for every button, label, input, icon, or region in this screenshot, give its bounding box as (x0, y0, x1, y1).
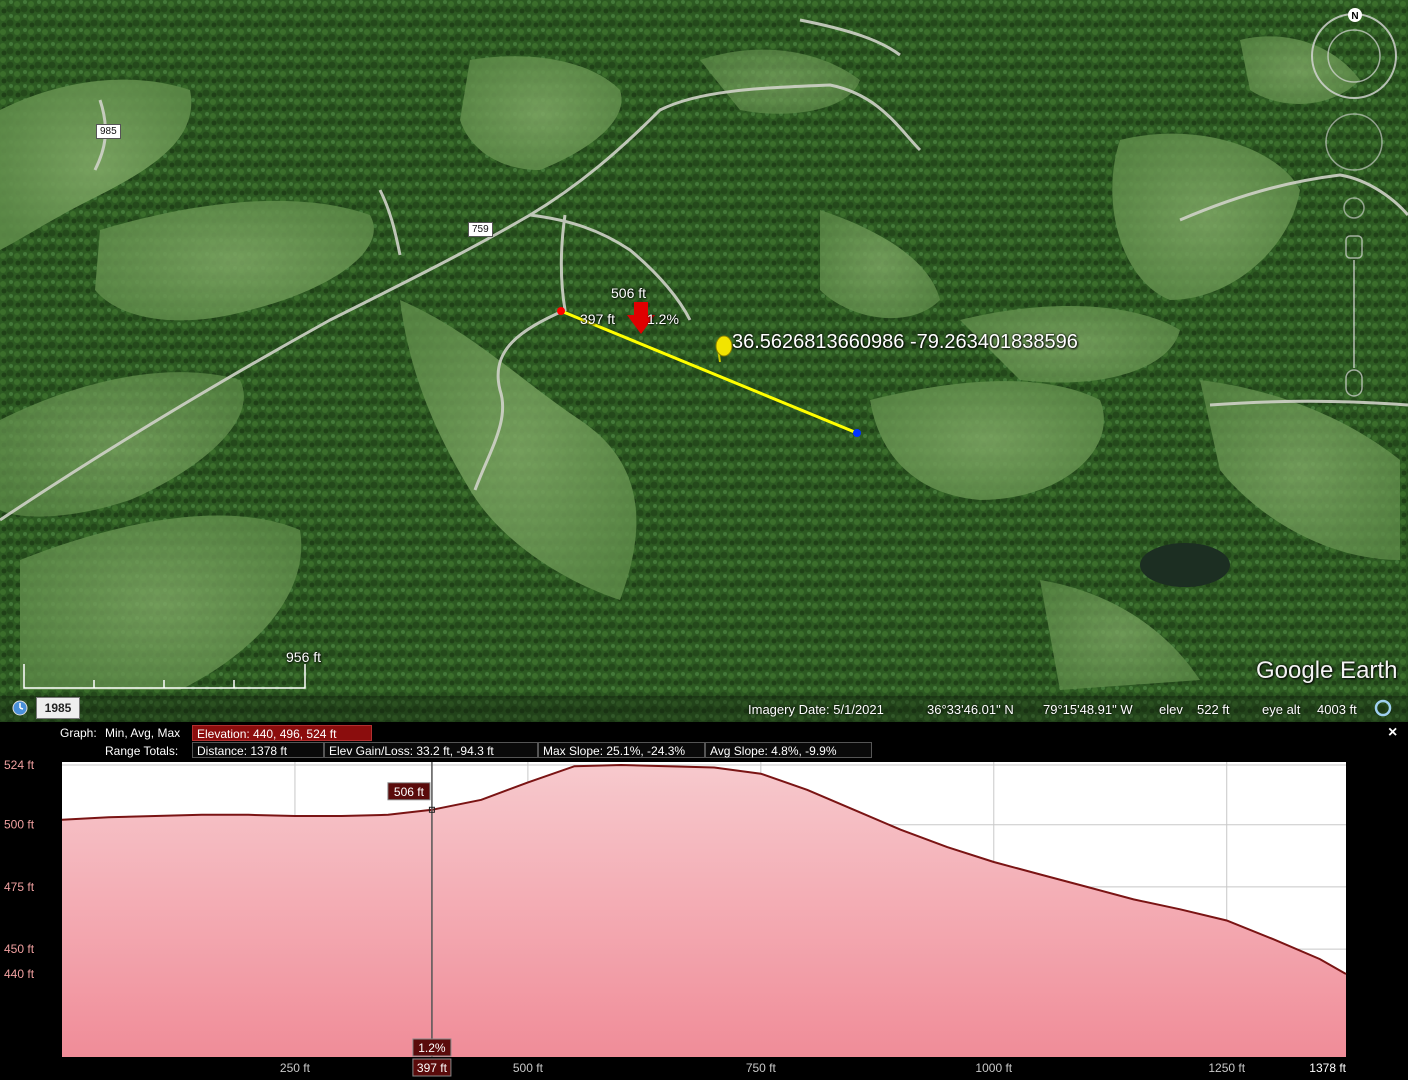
move-joystick-icon[interactable] (1343, 197, 1365, 219)
eye-alt-value: 4003 ft (1317, 702, 1357, 717)
point-slope-label: 1.2% (647, 311, 679, 327)
cursor-slope-label: 1.2% (418, 1041, 446, 1055)
globe-icon[interactable] (1374, 699, 1392, 717)
road-label: 759 (468, 222, 493, 237)
y-tick-label: 475 ft (4, 880, 35, 894)
point-elevation-label: 506 ft (611, 285, 647, 301)
longitude-readout: 79°15'48.91" W (1043, 702, 1133, 717)
elev-label: elev (1159, 702, 1183, 717)
elevation-profile-panel: Graph: Min, Avg, Max Elevation: 440, 496… (0, 722, 1408, 1080)
path-start-marker (557, 307, 565, 315)
zoom-slider-icon[interactable] (1345, 235, 1363, 397)
path-end-marker (853, 429, 861, 437)
y-tick-label: 440 ft (4, 967, 35, 981)
compass-north-label: N (1351, 11, 1358, 22)
eye-alt-label: eye alt (1262, 702, 1301, 717)
x-tick-label: 1000 ft (975, 1061, 1012, 1075)
latitude-readout: 36°33'46.01" N (927, 702, 1014, 717)
placemark-label[interactable]: 36.5626813660986 -79.263401838596 (732, 331, 1078, 354)
cursor-distance-label: 397 ft (417, 1061, 448, 1075)
look-joystick-icon[interactable] (1325, 113, 1383, 171)
x-end-label: 1378 ft (1309, 1061, 1346, 1075)
navigation-controls[interactable]: N (1306, 8, 1406, 428)
scale-label: 956 ft (286, 649, 322, 665)
x-tick-label: 1250 ft (1208, 1061, 1245, 1075)
cursor-elevation-label: 506 ft (394, 785, 425, 799)
x-tick-label: 500 ft (513, 1061, 544, 1075)
elevation-chart[interactable]: 440 ft 450 ft 475 ft 500 ft 524 ft 250 ft 500… (0, 722, 1408, 1080)
y-tick-label: 500 ft (4, 818, 35, 832)
google-earth-logo: Google Earth (1256, 657, 1398, 684)
satellite-imagery (0, 0, 1408, 722)
imagery-date: Imagery Date: 5/1/2021 (748, 702, 884, 717)
road-label: 985 (96, 124, 121, 139)
map-view[interactable]: 985 759 956 ft 506 ft 397 ft 1.2% 36.562… (0, 0, 1408, 722)
y-axis-ticks: 440 ft 450 ft 475 ft 500 ft 524 ft (4, 758, 35, 981)
point-distance-label: 397 ft (580, 311, 616, 327)
x-tick-label: 250 ft (280, 1061, 311, 1075)
elev-value: 522 ft (1197, 702, 1230, 717)
history-clock-icon[interactable] (12, 700, 28, 716)
y-tick-label: 524 ft (4, 758, 35, 772)
y-tick-label: 450 ft (4, 942, 35, 956)
historical-year-box[interactable]: 1985 (36, 697, 80, 719)
x-tick-label: 750 ft (746, 1061, 777, 1075)
